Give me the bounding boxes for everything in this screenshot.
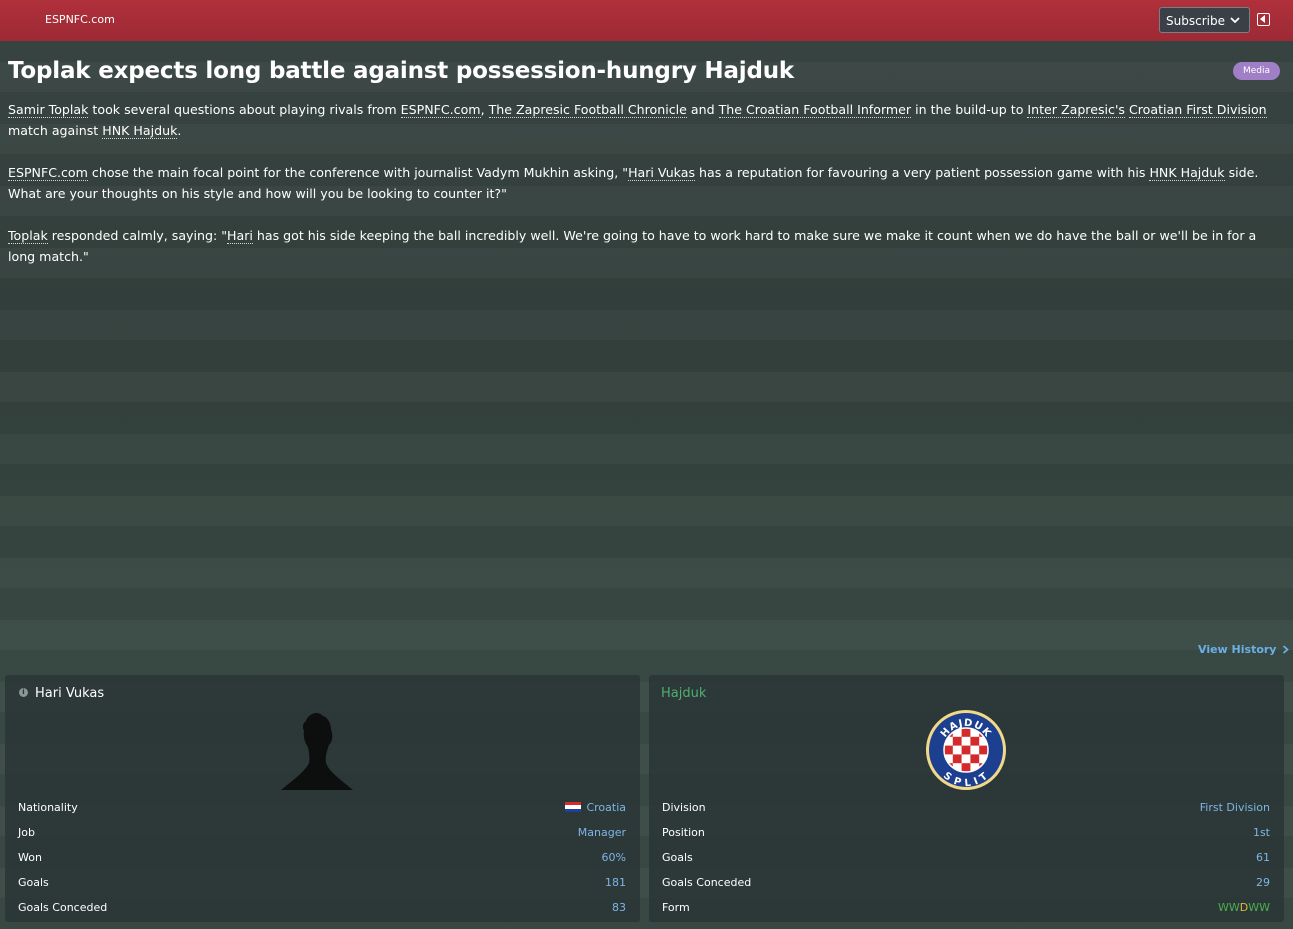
manager-name[interactable]: Hari Vukas <box>35 686 104 701</box>
article-headline: Toplak expects long battle against posse… <box>8 58 795 84</box>
stat-row: Goals Conceded 83 <box>5 899 640 924</box>
crest-check <box>961 728 971 737</box>
form-result: W <box>1228 901 1240 914</box>
article-link[interactable]: Hari Vukas <box>628 165 696 181</box>
form-result: W <box>1248 901 1260 914</box>
article-link[interactable]: Samir Toplak <box>8 102 89 118</box>
article-link[interactable]: ESPNFC.com <box>400 102 481 118</box>
manager-panel: i Hari Vukas Nationality Croatia Job Manage… <box>5 675 640 922</box>
article-text: has a reputation for favouring a very pa… <box>695 165 1150 180</box>
category-badge: Media <box>1233 62 1280 80</box>
article-paragraph: Samir Toplak took several questions abou… <box>8 99 1284 141</box>
view-history-link[interactable]: View History <box>1198 643 1290 656</box>
subscribe-label: Subscribe <box>1166 14 1225 28</box>
stat-value[interactable]: First Division <box>1200 801 1270 814</box>
article-link[interactable]: HNK Hajduk <box>102 123 178 139</box>
article-text: match against <box>8 123 103 138</box>
crest-check <box>952 736 962 746</box>
article-text: chose the main focal point for the confe… <box>87 165 629 180</box>
stat-label: Goals <box>662 851 693 864</box>
article-link[interactable]: HNK Hajduk <box>1149 165 1225 181</box>
stat-value[interactable]: 61 <box>1256 851 1270 864</box>
stat-value[interactable]: 1st <box>1253 826 1270 839</box>
form-result: D <box>1239 901 1249 914</box>
nationality-value: Croatia <box>586 801 626 814</box>
article-link[interactable]: Toplak <box>8 228 48 244</box>
crest-check <box>970 754 980 764</box>
club-stats: Division First Division Position 1st Goals 61… <box>649 799 1284 924</box>
article-text: and <box>686 102 719 117</box>
stat-label: Nationality <box>18 801 78 814</box>
stat-label: Job <box>18 826 35 839</box>
article-link[interactable]: Hari <box>227 228 253 244</box>
article-text: responded calmly, saying: " <box>47 228 228 243</box>
article-text: in the build-up to <box>911 102 1028 117</box>
stat-value[interactable]: 181 <box>605 876 626 889</box>
stat-label: Won <box>18 851 42 864</box>
stat-row: Division First Division <box>649 799 1284 824</box>
stat-value[interactable]: 83 <box>612 901 626 914</box>
stat-row: Position 1st <box>649 824 1284 849</box>
article-text: , <box>480 102 489 117</box>
stat-row: Won 60% <box>5 849 640 874</box>
stat-label: Goals Conceded <box>662 876 752 889</box>
crest-check <box>944 745 953 755</box>
chevron-right-icon <box>1283 645 1290 654</box>
article-paragraph: Toplak responded calmly, saying: "Hari h… <box>8 225 1284 267</box>
collapse-panel-button[interactable] <box>1257 13 1270 26</box>
crest-check <box>952 754 962 764</box>
stat-label: Goals Conceded <box>18 901 108 914</box>
article-body: Samir Toplak took several questions abou… <box>8 99 1284 288</box>
stat-value[interactable]: 29 <box>1256 876 1270 889</box>
stat-label: Form <box>662 901 690 914</box>
article-link[interactable]: The Croatian Football Informer <box>718 102 912 118</box>
stat-value[interactable]: Manager <box>578 826 626 839</box>
croatia-flag-icon <box>565 802 582 812</box>
stat-row: Job Manager <box>5 824 640 849</box>
manager-stats: Nationality Croatia Job Manager Won 60% Goals 1… <box>5 799 640 924</box>
stat-label: Division <box>662 801 706 814</box>
chevron-down-icon <box>1230 17 1240 24</box>
top-bar: ESPNFC.com Subscribe <box>0 0 1293 41</box>
stat-value[interactable]: WWDWW <box>1218 901 1270 914</box>
stat-row: Goals 61 <box>649 849 1284 874</box>
stat-label: Position <box>662 826 705 839</box>
manager-silhouette-icon <box>281 713 353 790</box>
stat-row: Nationality Croatia <box>5 799 640 824</box>
article-text: took several questions about playing riv… <box>88 102 401 117</box>
form-result: W <box>1259 901 1270 914</box>
source-name: ESPNFC.com <box>45 13 115 26</box>
crest-check <box>970 736 980 746</box>
crest-check <box>961 745 971 755</box>
crest-check <box>979 745 988 755</box>
article-link[interactable]: Croatian First Division <box>1128 102 1267 118</box>
chevron-left-icon <box>1260 15 1265 23</box>
form-result: W <box>1217 901 1229 914</box>
stat-value[interactable]: Croatia <box>565 801 626 814</box>
info-icon[interactable]: i <box>19 688 28 697</box>
stat-row: Goals Conceded 29 <box>649 874 1284 899</box>
club-panel: Hajduk HAJDUK SPLIT Division First Divisi… <box>649 675 1284 922</box>
stat-label: Goals <box>18 876 49 889</box>
stat-row: Goals 181 <box>5 874 640 899</box>
crest-check <box>961 763 971 772</box>
hajduk-crest-icon: HAJDUK SPLIT <box>926 710 1006 790</box>
stat-value[interactable]: 60% <box>602 851 626 864</box>
article-text: . <box>177 123 182 138</box>
article-link[interactable]: Inter Zapresic's <box>1027 102 1125 118</box>
subscribe-button[interactable]: Subscribe <box>1159 7 1250 33</box>
club-name[interactable]: Hajduk <box>661 686 706 701</box>
article-paragraph: ESPNFC.com chose the main focal point fo… <box>8 162 1284 204</box>
article-link[interactable]: ESPNFC.com <box>8 165 88 181</box>
stat-row: Form WWDWW <box>649 899 1284 924</box>
article-link[interactable]: The Zapresic Football Chronicle <box>488 102 687 118</box>
view-history-label: View History <box>1198 643 1277 656</box>
